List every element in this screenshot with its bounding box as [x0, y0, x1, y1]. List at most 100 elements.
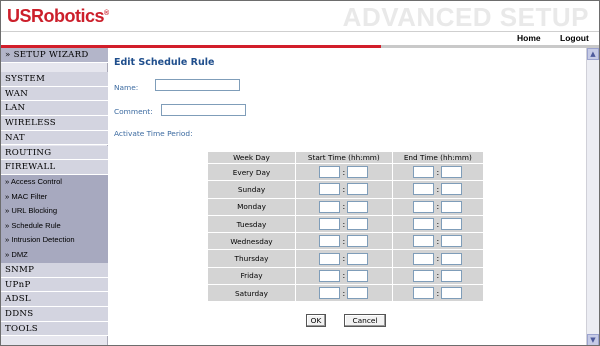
submenu-item-schedule-rule[interactable]: » Schedule Rule	[1, 219, 108, 234]
name-input[interactable]	[155, 79, 240, 91]
start-minute-input[interactable]	[347, 218, 369, 231]
start-hour-input[interactable]	[319, 166, 341, 179]
start-minute-input[interactable]	[347, 183, 369, 196]
start-minute-input[interactable]	[347, 200, 369, 213]
schedule-table: Week Day Start Time (hh:mm) End Time (hh…	[207, 151, 485, 303]
scroll-up-arrow-icon[interactable]: ▲	[587, 48, 599, 60]
start-hour-input[interactable]	[319, 252, 341, 265]
end-hour-input[interactable]	[413, 287, 435, 300]
table-row: Friday::	[207, 266, 485, 286]
end-time-cell: :	[391, 249, 485, 268]
weekday-cell: Every Day	[207, 162, 296, 182]
end-minute-input[interactable]	[441, 269, 463, 282]
start-time-cell: :	[295, 162, 393, 182]
end-hour-input[interactable]	[413, 269, 435, 282]
start-hour-input[interactable]	[319, 218, 341, 231]
start-time-cell: :	[295, 214, 393, 234]
sidebar-item-routing[interactable]: ROUTING	[1, 145, 108, 161]
end-hour-input[interactable]	[413, 183, 435, 196]
logout-link[interactable]: Logout	[560, 33, 589, 43]
time-separator: :	[436, 236, 440, 246]
end-hour-input[interactable]	[413, 200, 435, 213]
column-header-weekday: Week Day	[207, 151, 296, 164]
weekday-cell: Wednesday	[207, 232, 296, 251]
end-minute-input[interactable]	[441, 166, 463, 179]
sidebar-item-tools[interactable]: TOOLS	[1, 321, 108, 337]
start-minute-input[interactable]	[347, 269, 369, 282]
ok-button[interactable]: OK	[306, 314, 326, 327]
sidebar-menu: » SETUP WIZARD SYSTEM WAN LAN WIRELESS N…	[1, 48, 108, 345]
comment-label: Comment:	[114, 107, 153, 116]
start-minute-input[interactable]	[347, 287, 369, 300]
sidebar-item-upnp[interactable]: UPnP	[1, 277, 108, 293]
firewall-submenu: » Access Control » MAC Filter » URL Bloc…	[1, 175, 108, 263]
submenu-item-url-blocking[interactable]: » URL Blocking	[1, 204, 108, 219]
submenu-item-mac-filter[interactable]: » MAC Filter	[1, 190, 108, 205]
brand-logo: USRobotics®	[7, 6, 109, 26]
vertical-scrollbar[interactable]: ▲ ▼	[586, 48, 599, 345]
start-time-cell: :	[295, 232, 393, 251]
end-minute-input[interactable]	[441, 235, 463, 248]
end-hour-input[interactable]	[413, 166, 435, 179]
start-hour-input[interactable]	[319, 200, 341, 213]
browser-window: USRobotics® ADVANCED SETUP Home Logout »…	[0, 0, 600, 346]
time-separator: :	[436, 202, 440, 212]
sidebar-item-ddns[interactable]: DDNS	[1, 307, 108, 322]
comment-input[interactable]	[161, 104, 246, 116]
sidebar-item-adsl[interactable]: ADSL	[1, 292, 108, 308]
sidebar-item-nat[interactable]: NAT	[1, 130, 108, 146]
start-time-cell: :	[295, 284, 393, 303]
start-hour-input[interactable]	[319, 269, 341, 282]
start-minute-input[interactable]	[347, 166, 369, 179]
table-row: Sunday::	[207, 180, 485, 199]
end-hour-input[interactable]	[413, 235, 435, 248]
sidebar-item-setup-wizard[interactable]: » SETUP WIZARD	[1, 48, 108, 63]
submenu-item-dmz[interactable]: » DMZ	[1, 248, 108, 263]
time-separator: :	[342, 254, 346, 264]
start-minute-input[interactable]	[347, 252, 369, 265]
start-hour-input[interactable]	[319, 183, 341, 196]
sidebar-item-wireless[interactable]: WIRELESS	[1, 116, 108, 131]
section-title: ADVANCED SETUP	[342, 2, 589, 32]
end-minute-input[interactable]	[441, 287, 463, 300]
start-hour-input[interactable]	[319, 287, 341, 300]
activate-period-label: Activate Time Period:	[114, 129, 193, 138]
end-minute-input[interactable]	[441, 252, 463, 265]
time-separator: :	[342, 271, 346, 281]
end-minute-input[interactable]	[441, 200, 463, 213]
end-minute-input[interactable]	[441, 183, 463, 196]
home-link[interactable]: Home	[517, 33, 541, 43]
end-hour-input[interactable]	[413, 252, 435, 265]
time-separator: :	[342, 236, 346, 246]
sidebar-item-snmp[interactable]: SNMP	[1, 263, 108, 278]
end-time-cell: :	[391, 266, 485, 286]
start-time-cell: :	[295, 266, 393, 286]
start-time-cell: :	[295, 249, 393, 268]
sidebar-item-wan[interactable]: WAN	[1, 86, 108, 102]
start-hour-input[interactable]	[319, 235, 341, 248]
sidebar-item-lan[interactable]: LAN	[1, 101, 108, 117]
weekday-cell: Thursday	[207, 249, 296, 268]
time-separator: :	[436, 184, 440, 194]
time-separator: :	[342, 219, 346, 229]
table-row: Thursday::	[207, 249, 485, 268]
scroll-down-arrow-icon[interactable]: ▼	[587, 334, 599, 345]
end-time-cell: :	[391, 214, 485, 234]
time-separator: :	[436, 271, 440, 281]
table-row: Saturday::	[207, 284, 485, 303]
end-minute-input[interactable]	[441, 218, 463, 231]
start-minute-input[interactable]	[347, 235, 369, 248]
end-hour-input[interactable]	[413, 218, 435, 231]
submenu-item-access-control[interactable]: » Access Control	[1, 175, 108, 190]
sidebar-item-firewall[interactable]: FIREWALL	[1, 160, 108, 175]
submenu-item-intrusion-detection[interactable]: » Intrusion Detection	[1, 233, 108, 248]
sidebar-item-system[interactable]: SYSTEM	[1, 72, 108, 87]
table-row: Monday::	[207, 197, 485, 216]
end-time-cell: :	[391, 197, 485, 216]
time-separator: :	[342, 288, 346, 298]
column-header-start-time: Start Time (hh:mm)	[295, 151, 393, 164]
table-row: Wednesday::	[207, 232, 485, 251]
time-separator: :	[436, 219, 440, 229]
cancel-button[interactable]: Cancel	[344, 314, 386, 327]
table-row: Every Day::	[207, 162, 485, 182]
